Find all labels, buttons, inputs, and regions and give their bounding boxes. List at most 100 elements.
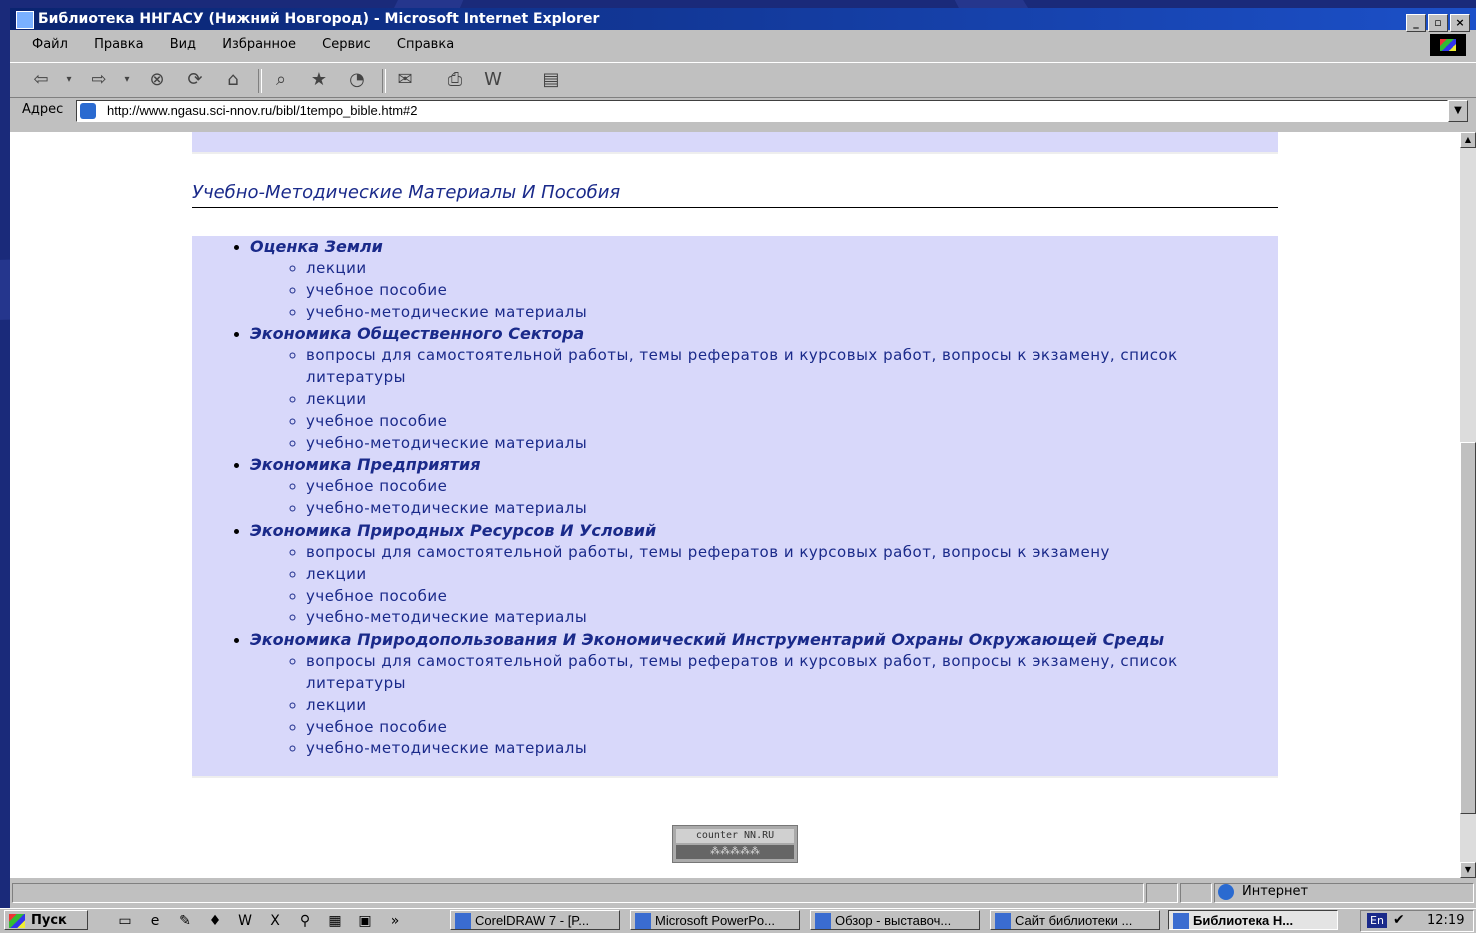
browser-window: Библиотека ННГАСУ (Нижний Новгород) - Mi… xyxy=(10,8,1476,908)
maximize-button[interactable]: ▫ xyxy=(1428,14,1448,32)
corel-icon xyxy=(455,913,471,929)
category-link[interactable]: Экономика Общественного Сектора xyxy=(250,324,584,343)
material-list: вопросы для самостоятельной работы, темы… xyxy=(250,542,1278,629)
address-input[interactable]: http://www.ngasu.sci-nnov.ru/bibl/1tempo… xyxy=(76,100,1448,122)
material-list: вопросы для самостоятельной работы, темы… xyxy=(250,345,1278,454)
task-explorer[interactable]: Обзор - выставоч... xyxy=(810,910,980,930)
materials-list-box: Оценка Землилекцииучебное пособиеучебно-… xyxy=(192,236,1278,778)
material-link[interactable]: вопросы для самостоятельной работы, темы… xyxy=(306,651,1278,695)
scroll-up-icon[interactable]: ▲ xyxy=(1460,132,1476,148)
taskbar: Пуск ▭ e ✎ ♦ W X ⚲ ▦ ▣ » CorelDRAW 7 - [… xyxy=(0,908,1476,933)
material-link[interactable]: учебное пособие xyxy=(306,586,1278,608)
material-link[interactable]: учебное пособие xyxy=(306,476,1278,498)
minimize-button[interactable]: _ xyxy=(1406,14,1426,32)
task-word[interactable]: Сайт библиотеки ... xyxy=(990,910,1160,930)
category-link[interactable]: Экономика Предприятия xyxy=(250,455,481,474)
status-cell xyxy=(1180,883,1212,903)
display-icon[interactable]: ▣ xyxy=(356,912,374,930)
status-text-cell xyxy=(12,883,1144,903)
title-bar[interactable]: Библиотека ННГАСУ (Нижний Новгород) - Mi… xyxy=(10,8,1476,32)
word-icon[interactable]: W xyxy=(236,912,254,930)
status-bar: Интернет xyxy=(10,880,1476,904)
material-link[interactable]: лекции xyxy=(306,389,1278,411)
category-item: Оценка Земли лекцииучебное пособиеучебно-… xyxy=(250,236,1278,323)
calculator-icon[interactable]: ▦ xyxy=(326,912,344,930)
vertical-scrollbar[interactable]: ▲ ▼ xyxy=(1460,132,1476,878)
menu-help[interactable]: Справка xyxy=(397,32,454,58)
mail-icon[interactable]: ✉ xyxy=(394,69,416,91)
word-doc-icon xyxy=(995,913,1011,929)
more-quicklaunch-icon[interactable]: » xyxy=(386,912,404,930)
desktop-icon[interactable]: ▭ xyxy=(116,912,134,930)
forward-dropdown-icon[interactable]: ▾ xyxy=(116,69,138,91)
category-link[interactable]: Оценка Земли xyxy=(250,237,383,256)
counter-label: counter NN.RU xyxy=(676,829,794,843)
material-link[interactable]: учебно-методические материалы xyxy=(306,738,1278,760)
home-icon[interactable]: ⌂ xyxy=(222,69,244,91)
task-ie-active[interactable]: Библиотека Н... xyxy=(1168,910,1338,930)
material-link[interactable]: учебно-методические материалы xyxy=(306,433,1278,455)
material-list: вопросы для самостоятельной работы, темы… xyxy=(250,651,1278,760)
category-item: Экономика Природопользования И Экономиче… xyxy=(250,629,1278,760)
address-dropdown-icon[interactable]: ▼ xyxy=(1448,100,1468,122)
refresh-icon[interactable]: ⟳ xyxy=(184,69,206,91)
category-link[interactable]: Экономика Природопользования И Экономиче… xyxy=(250,630,1164,649)
material-link[interactable]: вопросы для самостоятельной работы, темы… xyxy=(306,542,1278,564)
back-icon[interactable]: ⇦ xyxy=(30,69,52,91)
search-icon[interactable]: ⌕ xyxy=(270,69,292,91)
favorites-icon[interactable]: ★ xyxy=(308,69,330,91)
material-link[interactable]: вопросы для самостоятельной работы, темы… xyxy=(306,345,1278,389)
counter-badge[interactable]: counter NN.RU ⁂⁂⁂⁂⁂ xyxy=(672,825,798,863)
category-item: Экономика Предприятия учебное пособиеучеб… xyxy=(250,454,1278,520)
page-icon xyxy=(80,103,96,119)
address-url[interactable]: http://www.ngasu.sci-nnov.ru/bibl/1tempo… xyxy=(107,103,417,118)
powerpoint-icon xyxy=(635,913,651,929)
material-link[interactable]: учебно-методические материалы xyxy=(306,607,1278,629)
tray-app-icon[interactable]: ✔ xyxy=(1393,912,1405,928)
task-label: Microsoft PowerPo... xyxy=(655,913,775,928)
edit-icon[interactable]: W xyxy=(482,69,504,91)
excel-icon[interactable]: X xyxy=(266,912,284,930)
windows-logo-icon xyxy=(1430,34,1466,56)
zone-label: Интернет xyxy=(1242,884,1309,899)
task-label: Обзор - выставоч... xyxy=(835,913,952,928)
ie-quicklaunch-icon[interactable]: e xyxy=(146,912,164,930)
material-link[interactable]: учебно-методические материалы xyxy=(306,302,1278,324)
category-list: Оценка Землилекцииучебное пособиеучебно-… xyxy=(192,236,1278,760)
clock[interactable]: 12:19 xyxy=(1427,913,1464,928)
menu-tools[interactable]: Сервис xyxy=(322,32,371,58)
language-indicator[interactable]: En xyxy=(1367,913,1387,928)
task-label: CorelDRAW 7 - [P... xyxy=(475,913,590,928)
find-icon[interactable]: ⚲ xyxy=(296,912,314,930)
menu-favorites[interactable]: Избранное xyxy=(222,32,296,58)
forward-icon[interactable]: ⇨ xyxy=(88,69,110,91)
top-band xyxy=(192,132,1278,154)
corel-icon[interactable]: ♦ xyxy=(206,912,224,930)
material-link[interactable]: лекции xyxy=(306,695,1278,717)
scroll-down-icon[interactable]: ▼ xyxy=(1460,862,1476,878)
start-button[interactable]: Пуск xyxy=(4,910,88,930)
stop-icon[interactable]: ⊗ xyxy=(146,69,168,91)
category-link[interactable]: Экономика Природных Ресурсов И Условий xyxy=(250,521,656,540)
material-link[interactable]: учебное пособие xyxy=(306,717,1278,739)
menu-file[interactable]: Файл xyxy=(32,32,68,58)
task-label: Сайт библиотеки ... xyxy=(1015,913,1133,928)
material-link[interactable]: лекции xyxy=(306,258,1278,280)
menu-view[interactable]: Вид xyxy=(170,32,196,58)
material-link[interactable]: учебное пособие xyxy=(306,280,1278,302)
outlook-icon[interactable]: ✎ xyxy=(176,912,194,930)
scroll-thumb[interactable] xyxy=(1460,442,1476,814)
material-link[interactable]: учебное пособие xyxy=(306,411,1278,433)
close-button[interactable]: × xyxy=(1450,14,1470,32)
back-dropdown-icon[interactable]: ▾ xyxy=(58,69,80,91)
discuss-icon[interactable]: ▤ xyxy=(540,69,562,91)
print-icon[interactable]: ⎙ xyxy=(444,69,466,91)
counter-value: ⁂⁂⁂⁂⁂ xyxy=(676,845,794,859)
menu-edit[interactable]: Правка xyxy=(94,32,143,58)
material-link[interactable]: лекции xyxy=(306,564,1278,586)
task-coreldraw[interactable]: CorelDRAW 7 - [P... xyxy=(450,910,620,930)
category-item: Экономика Природных Ресурсов И Условий во… xyxy=(250,520,1278,629)
material-link[interactable]: учебно-методические материалы xyxy=(306,498,1278,520)
task-powerpoint[interactable]: Microsoft PowerPo... xyxy=(630,910,800,930)
history-icon[interactable]: ◔ xyxy=(346,69,368,91)
